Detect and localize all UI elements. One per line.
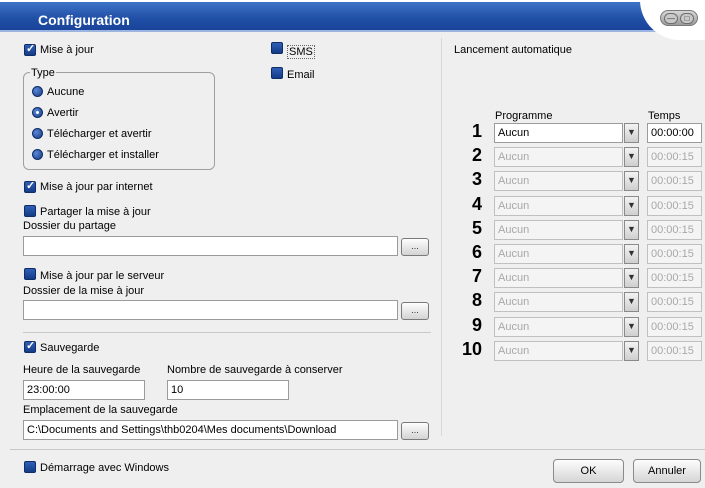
time-field[interactable]: 00:00:15 [647,220,702,240]
share-folder-field[interactable] [23,236,398,256]
auto-launch-heading: Lancement automatique [454,44,573,56]
chevron-down-icon[interactable]: ▼ [624,147,639,167]
radio-telecharger-installer-label: Télécharger et installer [47,149,159,161]
radio-telecharger-avertir-label: Télécharger et avertir [47,128,152,140]
chevron-down-icon[interactable]: ▼ [624,341,639,361]
update-folder-browse-button[interactable]: ... [401,302,429,320]
program-select[interactable]: Aucun [494,123,623,143]
window-controls: — □ [660,10,698,26]
program-select[interactable]: Aucun [494,292,623,312]
startup-checkbox[interactable] [24,461,36,473]
backup-time-field[interactable]: 23:00:00 [23,380,145,400]
time-field[interactable]: 00:00:15 [647,268,702,288]
row-number: 5 [471,218,482,238]
minimize-icon[interactable]: — [664,13,678,24]
cancel-button[interactable]: Annuler [633,459,701,483]
program-column-header: Programme [495,110,553,122]
chevron-down-icon[interactable]: ▼ [624,268,639,288]
time-column-header: Temps [648,110,681,122]
chevron-down-icon[interactable]: ▼ [624,292,639,312]
program-select[interactable]: Aucun [494,196,623,216]
chevron-down-icon[interactable]: ▼ [624,171,639,191]
backup-divider [23,332,431,333]
internet-update-label: Mise à jour par internet [40,181,153,193]
email-checkbox[interactable] [271,67,283,79]
row-number: 8 [471,290,482,310]
share-folder-label: Dossier du partage [23,220,116,232]
restore-icon[interactable]: □ [680,13,694,24]
footer-divider [10,449,705,450]
radio-avertir[interactable] [32,107,43,118]
update-folder-field[interactable] [23,300,398,320]
radio-telecharger-installer[interactable] [32,149,43,160]
time-field[interactable]: 00:00:15 [647,147,702,167]
update-checkbox-label: Mise à jour [40,44,94,56]
program-select[interactable]: Aucun [494,220,623,240]
time-field[interactable]: 00:00:15 [647,341,702,361]
sms-checkbox[interactable] [271,42,283,54]
row-number: 6 [471,242,482,262]
sms-checkbox-label: SMS [287,45,315,59]
program-select[interactable]: Aucun [494,341,623,361]
row-number: 1 [471,121,482,141]
backup-location-browse-button[interactable]: ... [401,422,429,440]
chevron-down-icon[interactable]: ▼ [624,317,639,337]
time-field[interactable]: 00:00:15 [647,196,702,216]
configuration-window: Configuration — □ Mise à jour Type Aucun… [0,0,705,488]
column-divider [441,38,442,436]
type-group-legend: Type [30,67,56,79]
row-number: 9 [471,315,482,335]
row-number: 7 [471,266,482,286]
email-checkbox-label: Email [287,69,315,81]
share-update-label: Partager la mise à jour [40,206,151,218]
program-select[interactable]: Aucun [494,171,623,191]
radio-telecharger-avertir[interactable] [32,128,43,139]
time-field[interactable]: 00:00:00 [647,123,702,143]
server-update-label: Mise à jour par le serveur [40,270,165,282]
program-select[interactable]: Aucun [494,268,623,288]
backup-location-label: Emplacement de la sauvegarde [23,404,178,416]
row-number: 2 [471,145,482,165]
radio-aucune[interactable] [32,86,43,97]
time-field[interactable]: 00:00:15 [647,292,702,312]
window-title: Configuration [38,12,130,28]
backup-label: Sauvegarde [40,342,100,354]
backup-count-label: Nombre de sauvegarde à conserver [167,364,343,376]
startup-label: Démarrage avec Windows [40,462,169,474]
backup-count-field[interactable]: 10 [167,380,289,400]
time-field[interactable]: 00:00:15 [647,171,702,191]
row-number: 10 [461,339,482,359]
time-field[interactable]: 00:00:15 [647,244,702,264]
chevron-down-icon[interactable]: ▼ [624,244,639,264]
share-folder-browse-button[interactable]: ... [401,238,429,256]
time-field[interactable]: 00:00:15 [647,317,702,337]
radio-aucune-label: Aucune [47,86,85,98]
chevron-down-icon[interactable]: ▼ [624,220,639,240]
backup-time-label: Heure de la sauvegarde [23,364,141,376]
ok-button[interactable]: OK [553,459,624,483]
title-bar: Configuration — □ [0,0,705,40]
radio-avertir-label: Avertir [47,107,79,119]
internet-update-checkbox[interactable] [24,179,36,193]
program-select[interactable]: Aucun [494,244,623,264]
share-update-checkbox[interactable] [24,205,36,217]
chevron-down-icon[interactable]: ▼ [624,196,639,216]
row-number: 3 [471,169,482,189]
server-update-checkbox[interactable] [24,268,36,280]
program-select[interactable]: Aucun [494,147,623,167]
update-folder-label: Dossier de la mise à jour [23,285,145,297]
backup-checkbox[interactable] [24,339,36,353]
chevron-down-icon[interactable]: ▼ [624,123,639,143]
update-checkbox[interactable] [24,42,36,56]
backup-location-field[interactable]: C:\Documents and Settings\thb0204\Mes do… [23,420,398,440]
program-select[interactable]: Aucun [494,317,623,337]
row-number: 4 [471,194,482,214]
